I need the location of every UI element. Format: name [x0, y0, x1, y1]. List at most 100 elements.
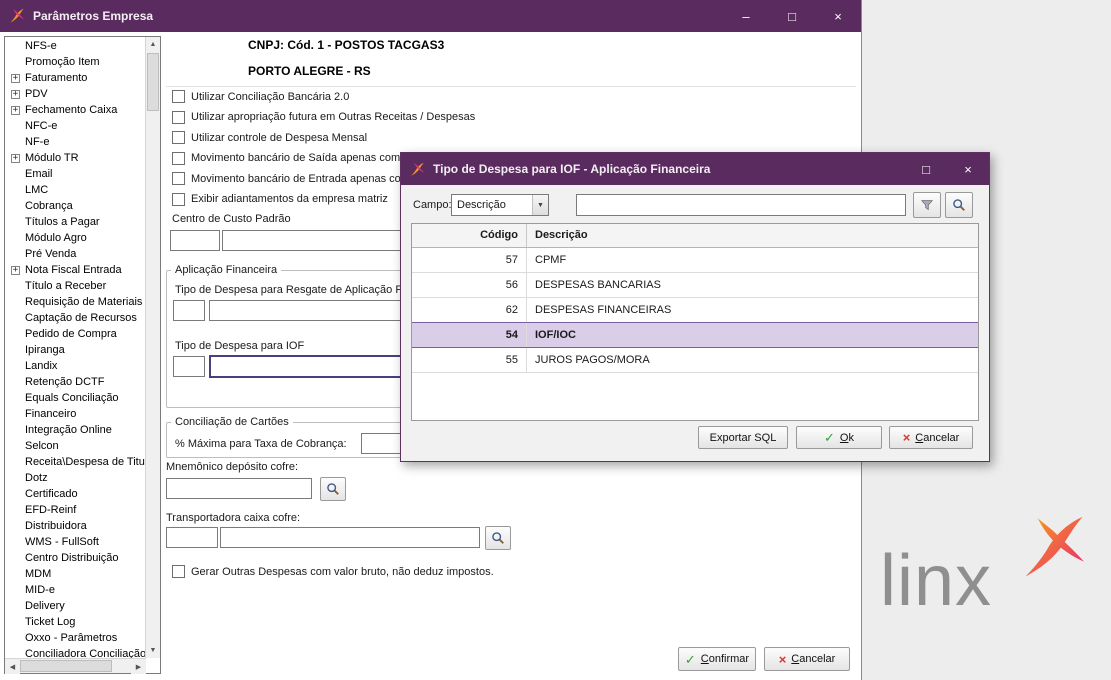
table-row[interactable]: 57 CPMF	[412, 248, 978, 273]
sidebar-item[interactable]: + Faturamento	[5, 70, 145, 86]
sidebar-item[interactable]: WMS - FullSoft	[5, 534, 145, 550]
cancelar-button[interactable]: × Cancelar	[764, 647, 850, 671]
sidebar-item[interactable]: Equals Conciliação	[5, 390, 145, 406]
scroll-right-button[interactable]: ▶	[131, 659, 146, 674]
sidebar-item[interactable]: Selcon	[5, 438, 145, 454]
sidebar-item[interactable]: Promoção Item	[5, 54, 145, 70]
sidebar-item[interactable]: MDM	[5, 566, 145, 582]
sidebar-item[interactable]: Conciliadora Conciliação	[5, 646, 145, 658]
sidebar-item[interactable]: Certificado	[5, 486, 145, 502]
dialog-search-button[interactable]	[945, 192, 973, 218]
transportadora-search-button[interactable]	[485, 526, 511, 550]
sidebar-item[interactable]: Requisição de Materiais	[5, 294, 145, 310]
table-row[interactable]: 62 DESPESAS FINANCEIRAS	[412, 298, 978, 323]
cell-codigo: 55	[412, 348, 527, 372]
scroll-up-button[interactable]: ▲	[146, 37, 160, 52]
sidebar-item[interactable]: + Módulo TR	[5, 150, 145, 166]
main-titlebar[interactable]: Parâmetros Empresa – □ ×	[0, 0, 861, 32]
minimize-button[interactable]: –	[723, 0, 769, 32]
table-row[interactable]: 54 IOF/IOC	[412, 322, 978, 348]
sidebar-item[interactable]: + PDV	[5, 86, 145, 102]
sidebar-item[interactable]: NFC-e	[5, 118, 145, 134]
ok-button[interactable]: ✓ Ok	[796, 426, 882, 449]
sidebar-horizontal-scrollbar[interactable]: ◀ ▶	[5, 658, 146, 674]
exportar-sql-button[interactable]: Exportar SQL	[698, 426, 788, 449]
sidebar-item[interactable]: Delivery	[5, 598, 145, 614]
gerar-outras-checkbox[interactable]	[172, 565, 185, 578]
sidebar-item[interactable]: NFS-e	[5, 38, 145, 54]
sidebar-item[interactable]: Integração Online	[5, 422, 145, 438]
sidebar-item[interactable]: LMC	[5, 182, 145, 198]
sidebar-item[interactable]: Título a Receber	[5, 278, 145, 294]
sidebar-item[interactable]: EFD-Reinf	[5, 502, 145, 518]
resgate-code-input[interactable]	[173, 300, 205, 321]
checkbox[interactable]	[172, 151, 185, 165]
filter-button[interactable]	[913, 192, 941, 218]
expand-plus-icon[interactable]: +	[11, 105, 20, 115]
close-button[interactable]: ×	[815, 0, 861, 32]
transportadora-desc-input[interactable]	[220, 527, 480, 548]
dialog-close-button[interactable]: ×	[947, 153, 989, 185]
dialog-titlebar[interactable]: Tipo de Despesa para IOF - Aplicação Fin…	[401, 153, 989, 185]
cancelar-button-label: Cancelar	[791, 653, 836, 665]
confirmar-button[interactable]: ✓ Confirmar	[678, 647, 756, 671]
dialog-cancelar-button[interactable]: × Cancelar	[889, 426, 973, 449]
checkbox[interactable]	[172, 172, 185, 185]
sidebar-item[interactable]: Módulo Agro	[5, 230, 145, 246]
sidebar-item[interactable]: Pedido de Compra	[5, 326, 145, 342]
sidebar-item[interactable]: Email	[5, 166, 145, 182]
scroll-down-button[interactable]: ▼	[146, 643, 160, 658]
expand-plus-icon[interactable]: +	[11, 265, 20, 275]
sidebar-item[interactable]: Pré Venda	[5, 246, 145, 262]
chevron-down-icon[interactable]: ▼	[532, 195, 548, 215]
table-body: 57 CPMF 56 DESPESAS BANCARIAS 62 DESPESAS FIN…	[412, 248, 978, 373]
sidebar-vertical-scrollbar[interactable]: ▲ ▼	[145, 37, 160, 658]
sidebar-item[interactable]: Landix	[5, 358, 145, 374]
sidebar-item-label: Faturamento	[25, 72, 88, 84]
mnemonico-search-button[interactable]	[320, 477, 346, 501]
centro-custo-code-input[interactable]	[170, 230, 220, 251]
checkbox[interactable]	[172, 90, 185, 103]
mnemonico-input[interactable]	[166, 478, 312, 499]
sidebar-item[interactable]: Títulos a Pagar	[5, 214, 145, 230]
sidebar-item[interactable]: Cobrança	[5, 198, 145, 214]
checkbox[interactable]	[172, 192, 185, 206]
checkbox[interactable]	[172, 110, 185, 124]
sidebar-item[interactable]: Oxxo - Parâmetros	[5, 630, 145, 646]
window-title: Parâmetros Empresa	[33, 9, 154, 23]
vertical-scroll-thumb[interactable]	[147, 53, 159, 111]
app-icon	[10, 8, 25, 23]
scroll-left-button[interactable]: ◀	[5, 659, 20, 674]
column-header-descricao[interactable]: Descrição	[527, 224, 978, 247]
iof-code-input[interactable]	[173, 356, 205, 377]
sidebar-item[interactable]: Retenção DCTF	[5, 374, 145, 390]
sidebar-item[interactable]: Centro Distribuição	[5, 550, 145, 566]
sidebar-item[interactable]: Ipiranga	[5, 342, 145, 358]
maximize-button[interactable]: □	[769, 0, 815, 32]
sidebar-item[interactable]: Dotz	[5, 470, 145, 486]
horizontal-scroll-thumb[interactable]	[20, 660, 112, 672]
sidebar-item[interactable]: MID-e	[5, 582, 145, 598]
expand-plus-icon[interactable]: +	[11, 73, 20, 83]
sidebar-item-label: MID-e	[25, 584, 55, 596]
sidebar-item[interactable]: Financeiro	[5, 406, 145, 422]
sidebar-item[interactable]: Captação de Recursos	[5, 310, 145, 326]
table-row[interactable]: 56 DESPESAS BANCARIAS	[412, 273, 978, 298]
checkbox[interactable]	[172, 131, 185, 144]
dialog-search-input[interactable]	[576, 194, 906, 216]
sidebar-item[interactable]: Distribuidora	[5, 518, 145, 534]
sidebar-item[interactable]: Ticket Log	[5, 614, 145, 630]
sidebar-item[interactable]: + Fechamento Caixa	[5, 102, 145, 118]
sidebar-item[interactable]: NF-e	[5, 134, 145, 150]
resgate-label: Tipo de Despesa para Resgate de Aplicaçã…	[175, 284, 403, 296]
sidebar-item[interactable]: Receita\Despesa de Titul	[5, 454, 145, 470]
column-header-codigo[interactable]: Código	[412, 224, 527, 247]
table-row[interactable]: 55 JUROS PAGOS/MORA	[412, 348, 978, 373]
dialog-maximize-button[interactable]: □	[905, 153, 947, 185]
expand-plus-icon[interactable]: +	[11, 89, 20, 99]
funnel-icon	[920, 200, 934, 211]
sidebar-item[interactable]: + Nota Fiscal Entrada	[5, 262, 145, 278]
expand-plus-icon[interactable]: +	[11, 153, 20, 163]
campo-select[interactable]: Descrição ▼	[451, 194, 549, 216]
transportadora-code-input[interactable]	[166, 527, 218, 548]
